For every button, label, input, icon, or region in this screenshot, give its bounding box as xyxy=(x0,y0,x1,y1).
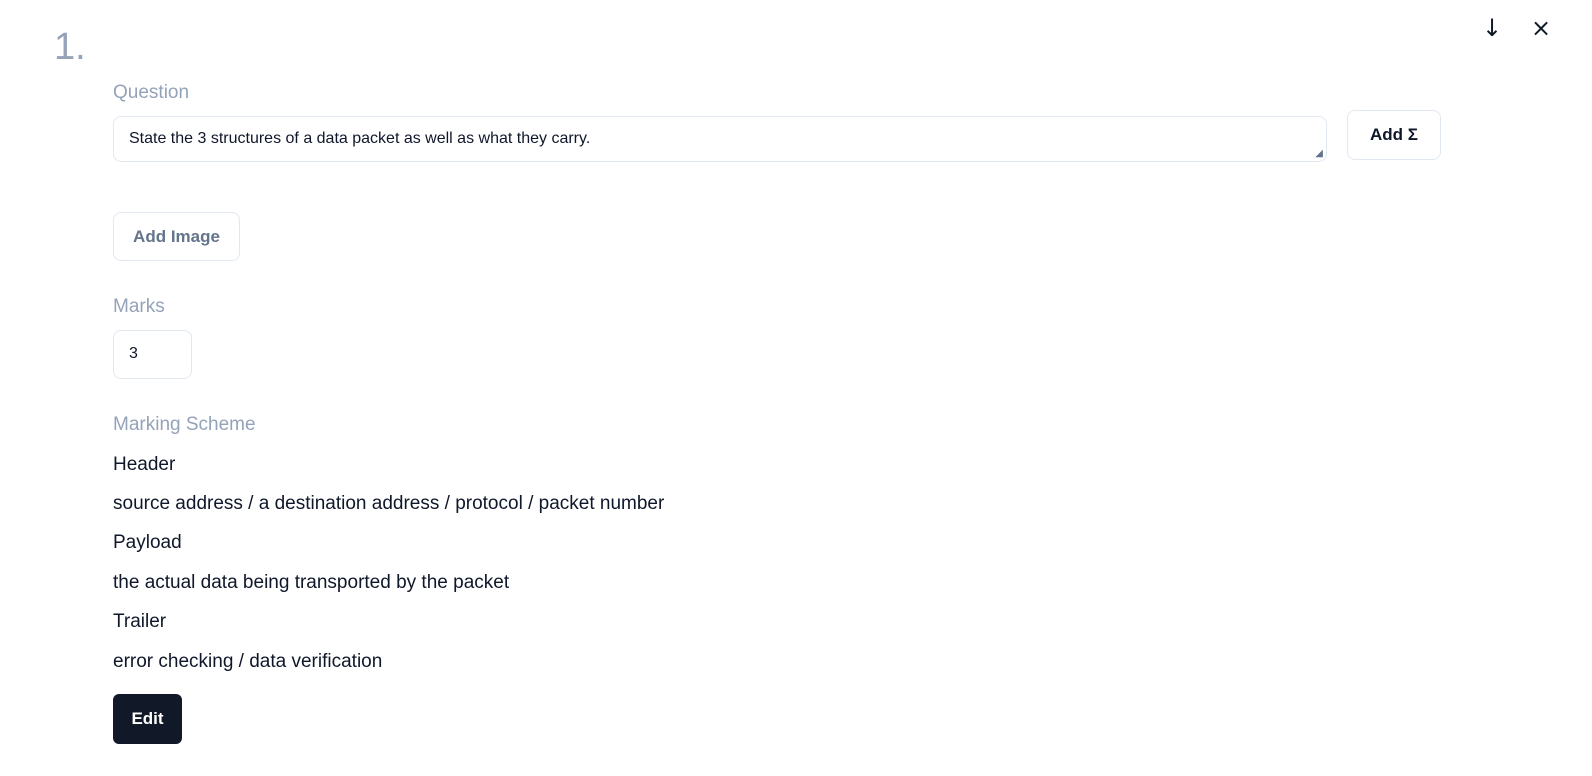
marks-label: Marks xyxy=(113,296,165,317)
move-down-icon[interactable]: ↓ xyxy=(1482,14,1502,42)
question-textarea[interactable]: State the 3 structures of a data packet … xyxy=(113,116,1327,162)
scheme-line: Trailer xyxy=(113,611,167,632)
resize-grip-icon[interactable]: ◢ xyxy=(1315,148,1323,159)
scheme-line: source address / a destination address /… xyxy=(113,493,665,514)
scheme-line: Header xyxy=(113,454,176,475)
edit-button[interactable]: Edit xyxy=(113,694,182,744)
scheme-line: Payload xyxy=(113,532,182,553)
marks-input[interactable]: 3 xyxy=(113,330,192,379)
marking-scheme-label: Marking Scheme xyxy=(113,414,256,435)
close-icon[interactable]: × xyxy=(1531,14,1551,42)
scheme-line: the actual data being transported by the… xyxy=(113,572,510,593)
add-image-button[interactable]: Add Image xyxy=(113,212,240,261)
question-text: State the 3 structures of a data packet … xyxy=(129,130,591,147)
scheme-line: error checking / data verification xyxy=(113,651,383,672)
question-label: Question xyxy=(113,82,190,103)
question-number: 1. xyxy=(54,26,86,68)
add-sigma-button[interactable]: Add Σ xyxy=(1347,110,1441,160)
